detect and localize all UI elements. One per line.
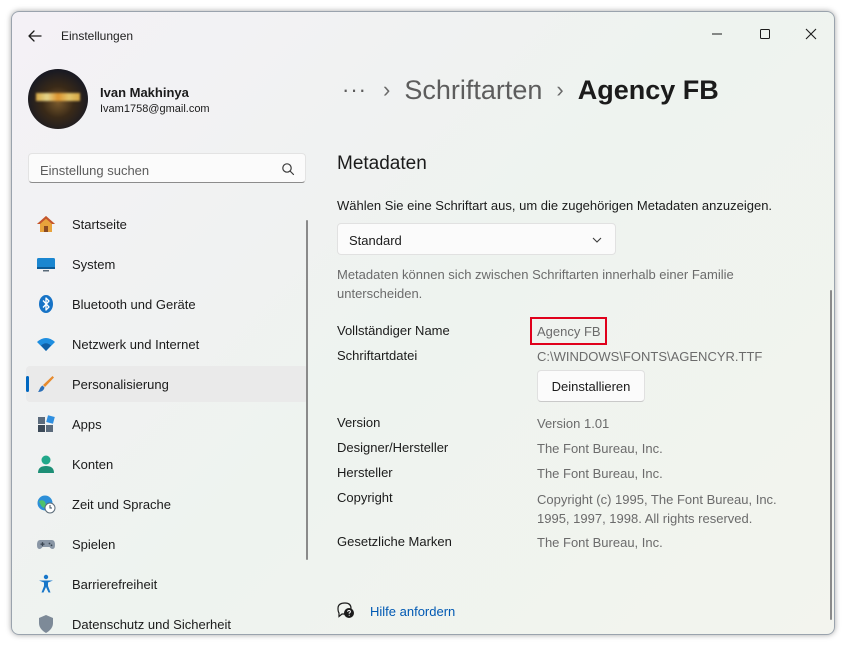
manufacturer-label: Hersteller bbox=[337, 465, 393, 480]
sidebar-item-konten[interactable]: Konten bbox=[26, 446, 308, 482]
back-arrow-icon[interactable] bbox=[25, 26, 45, 46]
time-language-icon bbox=[37, 495, 56, 514]
sidebar-item-label: Zeit und Sprache bbox=[72, 497, 172, 512]
home-icon bbox=[37, 216, 55, 232]
sidebar-item-apps[interactable]: Apps bbox=[26, 406, 308, 442]
help-link[interactable]: Hilfe anfordern bbox=[370, 604, 455, 619]
copyright-value-line2: 1995, 1997, 1998. All rights reserved. bbox=[537, 511, 753, 526]
manufacturer-value: The Font Bureau, Inc. bbox=[537, 466, 663, 481]
designer-label: Designer/Hersteller bbox=[337, 440, 449, 455]
version-value: Version 1.01 bbox=[537, 416, 610, 431]
designer-value: The Font Bureau, Inc. bbox=[537, 441, 663, 456]
sidebar-item-personalization[interactable]: Personalisierung bbox=[26, 366, 308, 402]
search-box[interactable] bbox=[28, 153, 306, 183]
accounts-icon bbox=[38, 455, 54, 473]
sidebar-item-accessibility[interactable]: Barrierefreiheit bbox=[26, 566, 308, 602]
personalization-icon bbox=[38, 376, 54, 392]
gaming-icon bbox=[37, 540, 55, 549]
close-icon[interactable] bbox=[801, 24, 821, 44]
user-name: Ivan Makhinya bbox=[100, 85, 189, 100]
uninstall-button[interactable]: Deinstallieren bbox=[537, 370, 645, 402]
trademark-value: The Font Bureau, Inc. bbox=[537, 535, 663, 550]
privacy-shield-icon bbox=[39, 615, 53, 633]
breadcrumb-separator: › bbox=[382, 77, 391, 102]
sidebar-item-privacy[interactable]: Datenschutz und Sicherheit bbox=[26, 606, 308, 634]
settings-window: Einstellungen Ivan Makhinya Ivam1758@gma… bbox=[11, 11, 835, 635]
main-scrollbar[interactable] bbox=[830, 290, 832, 620]
sidebar-scrollbar[interactable] bbox=[306, 220, 308, 560]
network-icon bbox=[37, 338, 55, 351]
sidebar-item-label: Bluetooth und Geräte bbox=[72, 297, 196, 312]
sidebar-item-bluetooth[interactable]: Bluetooth und Geräte bbox=[26, 286, 308, 322]
title-bar: Einstellungen bbox=[12, 12, 834, 58]
version-label: Version bbox=[337, 415, 381, 430]
system-icon bbox=[37, 258, 55, 272]
sidebar-item-label: Konten bbox=[72, 457, 114, 472]
search-icon[interactable] bbox=[281, 162, 295, 176]
sidebar-item-label: Spielen bbox=[72, 537, 116, 552]
avatar[interactable] bbox=[28, 69, 88, 129]
breadcrumb-separator: › bbox=[556, 77, 564, 102]
font-file-value: C:\WINDOWS\FONTS\AGENCYR.TTF bbox=[537, 349, 763, 364]
full-name-label: Vollständiger Name bbox=[337, 323, 450, 338]
apps-icon bbox=[38, 415, 55, 432]
section-description: Wählen Sie eine Schriftart aus, um die z… bbox=[337, 198, 773, 213]
copyright-value-line1: Copyright (c) 1995, The Font Bureau, Inc… bbox=[537, 492, 777, 507]
highlight-box bbox=[530, 317, 607, 345]
font-select-dropdown[interactable]: Standard bbox=[337, 223, 616, 255]
maximize-icon[interactable] bbox=[755, 24, 775, 44]
sidebar-item-gaming[interactable]: Spielen bbox=[26, 526, 308, 562]
sidebar-item-label: Datenschutz und Sicherheit bbox=[72, 617, 231, 632]
breadcrumb-parent[interactable]: Schriftarten bbox=[404, 75, 542, 106]
breadcrumb: ··· › Schriftarten › Agency FB bbox=[342, 70, 719, 110]
sidebar-item-label: Barrierefreiheit bbox=[72, 577, 158, 592]
accessibility-icon bbox=[39, 574, 53, 593]
bluetooth-icon bbox=[39, 295, 53, 313]
copyright-label: Copyright bbox=[337, 490, 393, 505]
sidebar-item-label: Netzwerk und Internet bbox=[72, 337, 200, 352]
page-title: Agency FB bbox=[577, 74, 719, 105]
sidebar-item-system[interactable]: System bbox=[26, 246, 308, 282]
minimize-icon[interactable] bbox=[707, 24, 727, 44]
sidebar-nav: Startseite System Bluetooth und Geräte N… bbox=[26, 206, 308, 634]
section-title: Metadaten bbox=[337, 153, 427, 174]
breadcrumb-more[interactable]: ··· bbox=[342, 77, 367, 103]
font-file-label: Schriftartdatei bbox=[337, 348, 418, 363]
sidebar-item-label: Apps bbox=[72, 417, 102, 432]
user-email: Ivam1758@gmail.com bbox=[100, 103, 210, 115]
app-title: Einstellungen bbox=[61, 29, 134, 43]
sidebar-item-time-language[interactable]: Zeit und Sprache bbox=[26, 486, 308, 522]
sidebar-item-label: System bbox=[72, 257, 116, 272]
trademark-label: Gesetzliche Marken bbox=[337, 534, 452, 549]
sidebar-item-label: Startseite bbox=[72, 217, 127, 232]
chevron-down-icon bbox=[592, 237, 602, 243]
sidebar-item-startseite[interactable]: Startseite bbox=[26, 206, 308, 242]
family-note: Metadaten können sich zwischen Schriftar… bbox=[337, 267, 734, 301]
help-icon[interactable] bbox=[337, 601, 355, 619]
sidebar-item-label: Personalisierung bbox=[72, 377, 169, 392]
sidebar-item-network[interactable]: Netzwerk und Internet bbox=[26, 326, 308, 362]
search-input[interactable] bbox=[38, 160, 272, 180]
dropdown-value: Standard bbox=[349, 233, 402, 248]
